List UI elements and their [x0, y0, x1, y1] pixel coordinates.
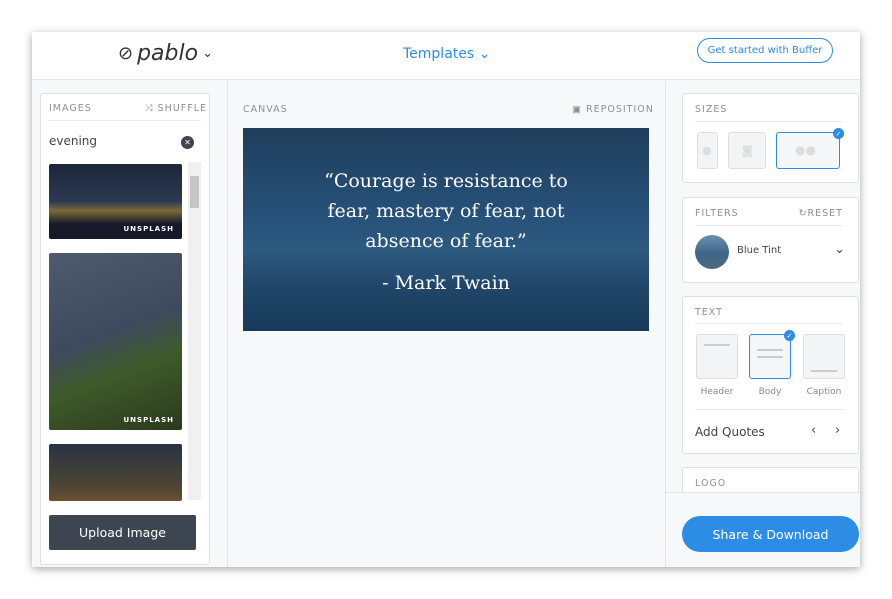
- text-title: TEXT: [695, 307, 723, 318]
- check-icon: ✓: [833, 128, 844, 139]
- add-quotes-label: Add Quotes: [695, 425, 765, 439]
- logo-text: pablo: [137, 41, 199, 66]
- logo-title: LOGO: [695, 478, 727, 489]
- shuffle-label: SHUFFLE: [157, 103, 207, 114]
- size-facebook-twitter[interactable]: ●● ✓: [776, 128, 844, 169]
- text-style-caption[interactable]: [803, 334, 845, 379]
- instagram-icon: ◙: [742, 144, 753, 157]
- reposition-label: REPOSITION: [586, 104, 654, 115]
- clear-search-icon[interactable]: ✕: [181, 136, 194, 149]
- images-title: IMAGES: [49, 103, 92, 114]
- next-quote-button[interactable]: ›: [835, 423, 840, 438]
- reposition-icon: ▣: [572, 104, 582, 115]
- reposition-button[interactable]: ▣ REPOSITION: [572, 104, 654, 115]
- size-instagram[interactable]: ◙: [728, 132, 766, 169]
- chevron-down-icon: ⌄: [834, 242, 845, 257]
- text-style-body[interactable]: ✓: [749, 330, 795, 379]
- shuffle-button[interactable]: ⤨ SHUFFLE: [145, 103, 207, 114]
- header-label: Header: [700, 387, 734, 397]
- sizes-title: SIZES: [695, 104, 728, 115]
- quote-author[interactable]: - Mark Twain: [382, 272, 510, 294]
- images-column: IMAGES ⤨ SHUFFLE evening ✕ UNSPLASH UNSP…: [32, 81, 228, 567]
- chevron-down-icon: ⌄: [202, 46, 213, 61]
- text-panel: TEXT ✓ Header Body Caption Add Quotes ‹ …: [682, 296, 859, 454]
- filters-title: FILTERS: [695, 208, 739, 219]
- filters-panel: FILTERS ↻RESET Blue Tint ⌄: [682, 197, 859, 283]
- unsplash-credit: UNSPLASH: [123, 416, 174, 424]
- filter-name: Blue Tint: [737, 245, 782, 256]
- caption-label: Caption: [806, 387, 842, 397]
- scrollbar[interactable]: [188, 162, 201, 500]
- quote-text[interactable]: “Courage is resistance to fear, mastery …: [316, 166, 576, 256]
- chevron-down-icon: ⌄: [478, 46, 491, 62]
- image-thumbnail[interactable]: UNSPLASH: [49, 164, 182, 239]
- filter-select[interactable]: Blue Tint ⌄: [695, 234, 845, 270]
- brush-icon: ⊘: [118, 43, 134, 64]
- images-panel: IMAGES ⤨ SHUFFLE evening ✕ UNSPLASH UNSP…: [40, 93, 210, 565]
- search-input[interactable]: evening: [49, 134, 97, 148]
- get-started-button[interactable]: Get started with Buffer: [697, 38, 833, 63]
- upload-image-button[interactable]: Upload Image: [49, 515, 196, 550]
- sizes-panel: SIZES ● ◙ ●● ✓: [682, 93, 859, 183]
- pinterest-icon: ●: [702, 144, 712, 157]
- unsplash-credit: UNSPLASH: [123, 225, 174, 233]
- reset-icon: ↻: [798, 208, 808, 219]
- canvas-title: CANVAS: [243, 104, 288, 115]
- size-pinterest[interactable]: ●: [697, 132, 718, 169]
- filter-thumbnail: [695, 235, 729, 269]
- canvas-image[interactable]: “Courage is resistance to fear, mastery …: [243, 128, 649, 331]
- previous-quote-button[interactable]: ‹: [811, 423, 816, 438]
- text-style-header[interactable]: [696, 334, 738, 379]
- templates-dropdown[interactable]: Templates ⌄: [403, 46, 490, 62]
- body-label: Body: [758, 387, 782, 397]
- facebook-twitter-icon: ●●: [795, 143, 816, 157]
- shuffle-icon: ⤨: [145, 103, 154, 114]
- share-download-button[interactable]: Share & Download: [682, 516, 859, 552]
- pablo-logo[interactable]: ⊘ pablo ⌄: [118, 41, 213, 66]
- templates-label: Templates: [403, 46, 475, 62]
- image-thumbnail[interactable]: [49, 444, 182, 501]
- image-thumbnail[interactable]: UNSPLASH: [49, 253, 182, 430]
- app-window: ⊘ pablo ⌄ Templates ⌄ Get started with B…: [32, 32, 860, 567]
- header: ⊘ pablo ⌄ Templates ⌄ Get started with B…: [32, 32, 860, 80]
- settings-column: SIZES ● ◙ ●● ✓ FILTERS ↻RESET Blue Tint ⌄…: [665, 81, 860, 567]
- check-icon: ✓: [784, 330, 795, 341]
- reset-button[interactable]: ↻RESET: [799, 208, 843, 219]
- reset-label: RESET: [807, 208, 843, 219]
